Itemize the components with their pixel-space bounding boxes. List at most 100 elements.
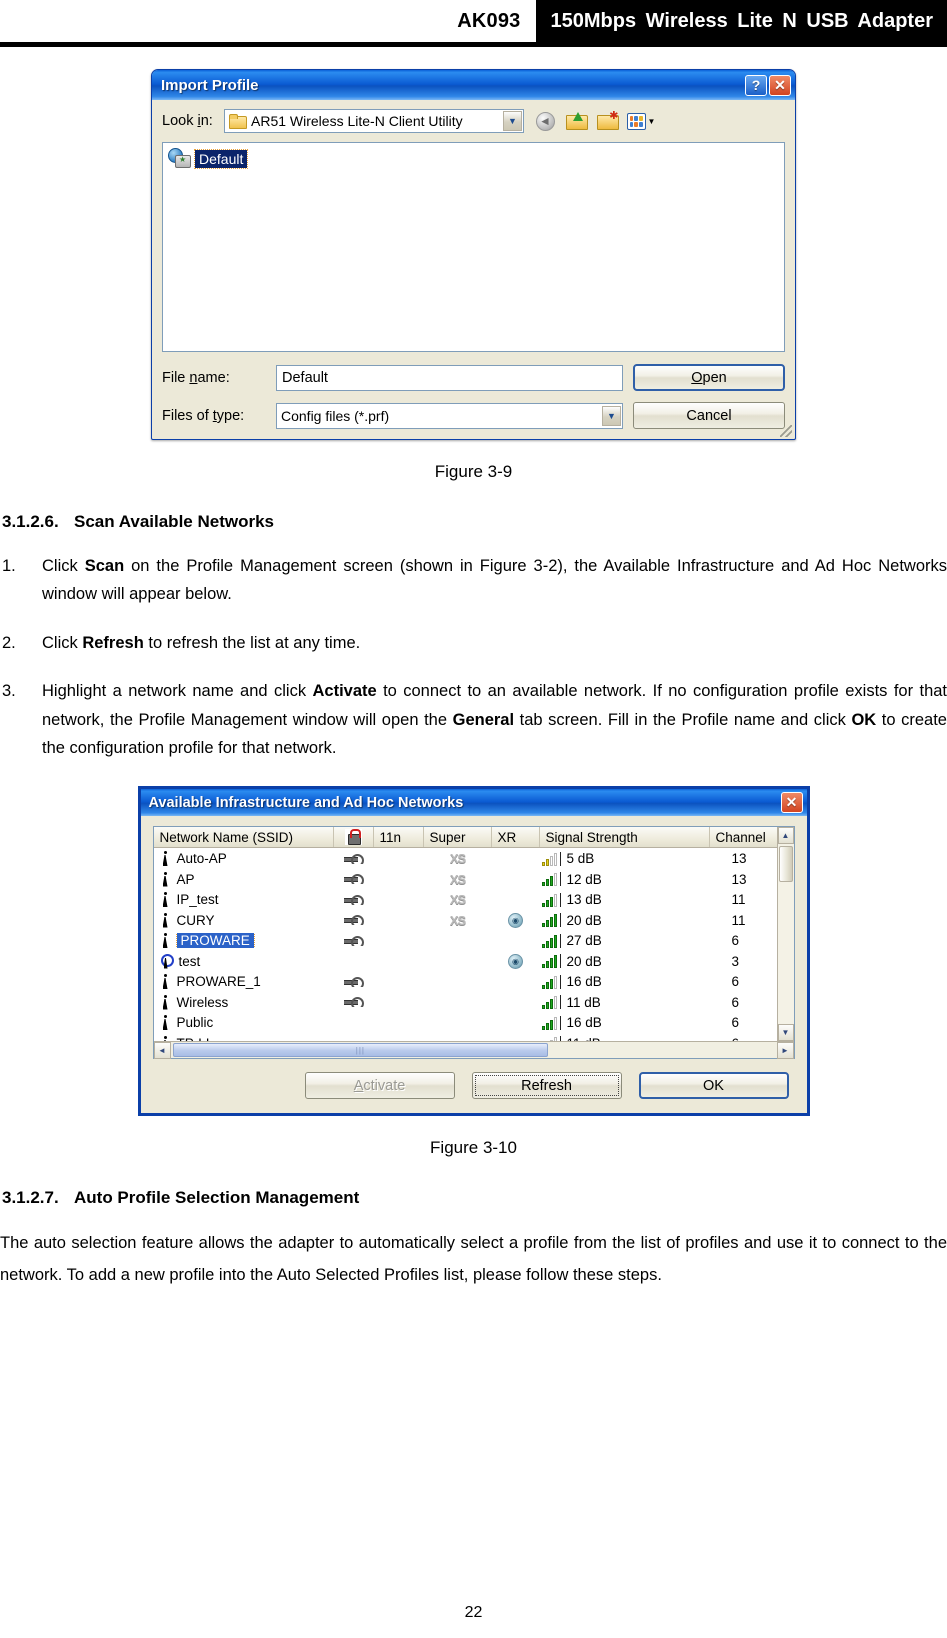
network-row[interactable]: PROWARE_1 16 dB 6	[154, 971, 777, 992]
views-icon	[626, 112, 646, 130]
scan-steps-list: 1. Click Scan on the Profile Management s…	[0, 552, 947, 762]
network-channel-cell: 11	[731, 912, 746, 928]
adhoc-network-icon	[160, 953, 174, 969]
hscroll-thumb[interactable]: |||	[172, 1043, 549, 1058]
network-ssid-label: AP	[176, 871, 195, 887]
vscroll-track[interactable]	[777, 844, 794, 1025]
new-folder-button[interactable]	[595, 109, 619, 132]
section-title-scan: Scan Available Networks	[74, 512, 274, 531]
chevron-down-icon[interactable]: ▼	[602, 405, 621, 426]
hscroll-track[interactable]: |||	[171, 1042, 777, 1058]
vertical-scrollbar[interactable]: ▲ ▼	[776, 827, 794, 1042]
column-header-lock[interactable]	[334, 827, 374, 848]
refresh-button[interactable]: Refresh	[471, 1072, 622, 1100]
key-icon	[343, 935, 364, 946]
files-of-type-dropdown[interactable]: Config files (*.prf) ▼	[276, 402, 623, 429]
chevron-down-icon[interactable]: ▼	[503, 111, 522, 131]
import-profile-footer: File name: Default Open Files of type: C…	[162, 364, 785, 429]
scroll-up-icon[interactable]: ▲	[777, 827, 794, 845]
horizontal-scrollbar[interactable]: ◄ ||| ►	[153, 1041, 794, 1060]
scan-step-text: Click Scan on the Profile Management scr…	[42, 557, 947, 604]
network-security-cell	[334, 894, 374, 905]
network-ssid-cell: AP	[154, 871, 334, 887]
network-row[interactable]: Auto-AP XS 5 dB 13	[154, 848, 777, 869]
look-in-label: Look in:	[162, 113, 213, 129]
column-header-xr[interactable]: XR	[492, 827, 540, 848]
close-icon[interactable]: ✕	[780, 792, 803, 814]
scroll-grip-icon: |||	[355, 1045, 365, 1055]
help-button[interactable]: ?	[745, 74, 767, 96]
network-row[interactable]: TP-LI11 dB6	[154, 1033, 777, 1042]
signal-strength-icon	[541, 974, 561, 989]
network-security-cell	[334, 874, 374, 884]
signal-strength-value: 12 dB	[566, 871, 602, 887]
file-list-item[interactable]: Default	[167, 148, 249, 170]
column-header-11n[interactable]: 11n	[374, 827, 424, 848]
network-row[interactable]: PROWARE 27 dB 6	[154, 930, 777, 951]
network-security-cell	[334, 997, 374, 1007]
scan-step-text: Highlight a network name and click Activ…	[42, 682, 947, 757]
signal-strength-icon	[541, 1015, 561, 1030]
column-header-ssid[interactable]: Network Name (SSID)	[154, 827, 334, 848]
views-button[interactable]: ▼	[626, 110, 656, 132]
network-ssid-cell: CURY	[154, 912, 334, 928]
network-row[interactable]: Public 16 dB 6	[154, 1012, 777, 1033]
section-auto-paragraph: The auto selection feature allows the ad…	[0, 1234, 947, 1284]
infrastructure-network-icon	[160, 994, 171, 1010]
open-button[interactable]: Open	[633, 364, 785, 391]
import-profile-titlebar: Import Profile ? ✕	[152, 70, 795, 100]
resize-grip[interactable]	[780, 425, 792, 437]
file-name-input[interactable]: Default	[276, 364, 623, 391]
up-one-level-button[interactable]	[564, 110, 588, 132]
cancel-button[interactable]: Cancel	[633, 402, 785, 429]
network-row[interactable]: IP_test XS 13 dB 11	[154, 889, 777, 910]
look-in-value: AR51 Wireless Lite-N Client Utility	[251, 113, 463, 129]
ok-button[interactable]: OK	[638, 1072, 789, 1100]
column-header-channel[interactable]: Channel	[710, 827, 777, 847]
page-running-header: AK093 150Mbps Wireless Lite N USB Adapte…	[0, 0, 947, 47]
key-icon	[343, 997, 364, 1007]
signal-strength-value: 27 dB	[566, 933, 602, 948]
column-header-signal[interactable]: Signal Strength	[540, 827, 710, 848]
network-row[interactable]: AP XS 12 dB 13	[154, 869, 777, 890]
network-channel-cell: 6	[731, 994, 740, 1010]
close-icon[interactable]: ✕	[769, 74, 791, 96]
up-one-level-icon	[565, 111, 588, 130]
scroll-down-icon[interactable]: ▼	[777, 1024, 794, 1042]
look-in-dropdown[interactable]: AR51 Wireless Lite-N Client Utility ▼	[224, 109, 524, 133]
networks-button-bar: Activate Refresh OK	[153, 1059, 795, 1103]
scroll-right-icon[interactable]: ►	[776, 1042, 794, 1060]
network-row[interactable]: test ◉ 20 dB 3	[154, 951, 777, 972]
super-xs-icon: XS	[449, 851, 466, 866]
network-super-cell: XS	[424, 851, 492, 866]
network-row[interactable]: Wireless 11 dB 6	[154, 992, 777, 1013]
signal-strength-icon	[541, 913, 561, 927]
column-header-super[interactable]: Super	[424, 827, 492, 848]
scroll-left-icon[interactable]: ◄	[153, 1042, 171, 1060]
files-of-type-label: Files of type:	[162, 407, 245, 424]
figure-3-9-caption: Figure 3-9	[434, 462, 513, 481]
section-number-scan: 3.1.2.6.	[2, 512, 59, 531]
network-security-cell	[334, 853, 374, 864]
file-list-pane[interactable]: Default	[162, 142, 785, 352]
network-ssid-cell: PROWARE	[154, 933, 334, 948]
listview-inner: Network Name (SSID) 11n Super XR Signal …	[153, 827, 794, 1042]
import-profile-dialog: Import Profile ? ✕ Look in: AR51 Wireles…	[151, 69, 796, 440]
network-signal-cell: 20 dB	[540, 954, 710, 969]
back-button[interactable]: ◄	[533, 110, 557, 132]
network-channel-cell: 6	[731, 1015, 740, 1030]
infrastructure-network-icon	[160, 933, 171, 948]
key-icon	[343, 915, 364, 925]
network-signal-cell: 12 dB	[540, 872, 710, 887]
network-row[interactable]: CURY XS ◉ 20 dB 11	[154, 910, 777, 931]
signal-strength-value: 16 dB	[566, 974, 602, 989]
infrastructure-network-icon	[160, 871, 171, 887]
figure-3-9-wrapper: Import Profile ? ✕ Look in: AR51 Wireles…	[0, 47, 947, 440]
network-channel-cell: 11	[731, 892, 746, 907]
file-name-label: File name:	[162, 369, 230, 386]
networks-titlebar: Available Infrastructure and Ad Hoc Netw…	[140, 789, 807, 817]
activate-button[interactable]: Activate	[304, 1072, 455, 1100]
xr-badge-icon: ◉	[508, 912, 523, 928]
vscroll-thumb[interactable]	[778, 846, 793, 883]
network-ssid-cell: Wireless	[154, 994, 334, 1010]
